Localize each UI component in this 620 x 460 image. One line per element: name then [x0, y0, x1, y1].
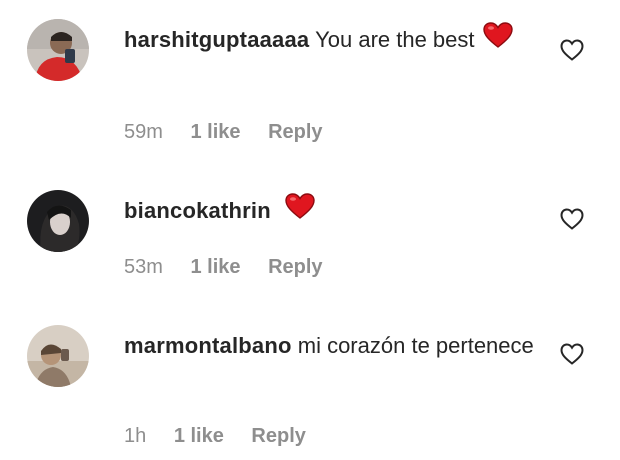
- comment-likes-count[interactable]: 1 like: [190, 256, 240, 279]
- red-heart-emoji-icon: [482, 21, 513, 57]
- comment-timestamp: 1h: [124, 425, 147, 447]
- reply-button[interactable]: Reply: [268, 256, 322, 279]
- comment-timestamp: 53m: [124, 256, 163, 278]
- red-heart-emoji-icon: [285, 192, 315, 228]
- comment-text: marmontalbano mi corazón te pertenece: [124, 329, 534, 362]
- comment-username[interactable]: biancokathrin: [124, 198, 271, 223]
- comment-meta: 53m 1 like Reply: [124, 256, 323, 279]
- avatar[interactable]: [27, 19, 89, 81]
- comment-likes-count[interactable]: 1 like: [174, 425, 224, 448]
- avatar-image: [27, 190, 89, 252]
- avatar[interactable]: [27, 325, 89, 387]
- comment-meta: 59m 1 like Reply: [124, 121, 323, 144]
- comment-text: harshitguptaaaaa You are the best: [124, 21, 534, 59]
- reply-button[interactable]: Reply: [251, 425, 305, 448]
- heart-outline-icon[interactable]: [560, 39, 584, 61]
- avatar-image: [27, 19, 89, 81]
- avatar[interactable]: [27, 190, 89, 252]
- comment-likes-count[interactable]: 1 like: [190, 121, 240, 144]
- heart-outline-icon[interactable]: [560, 208, 584, 230]
- comment-username[interactable]: harshitguptaaaaa: [124, 27, 309, 52]
- comment-meta: 1h 1 like Reply: [124, 425, 306, 448]
- comment-message: mi corazón te pertenece: [297, 333, 534, 358]
- comment-text: biancokathrin: [124, 192, 534, 230]
- comment-message: You are the best: [315, 27, 475, 52]
- heart-outline-icon[interactable]: [560, 343, 584, 365]
- comment-username[interactable]: marmontalbano: [124, 333, 292, 358]
- avatar-image: [27, 325, 89, 387]
- reply-button[interactable]: Reply: [268, 121, 322, 144]
- comment-timestamp: 59m: [124, 121, 163, 143]
